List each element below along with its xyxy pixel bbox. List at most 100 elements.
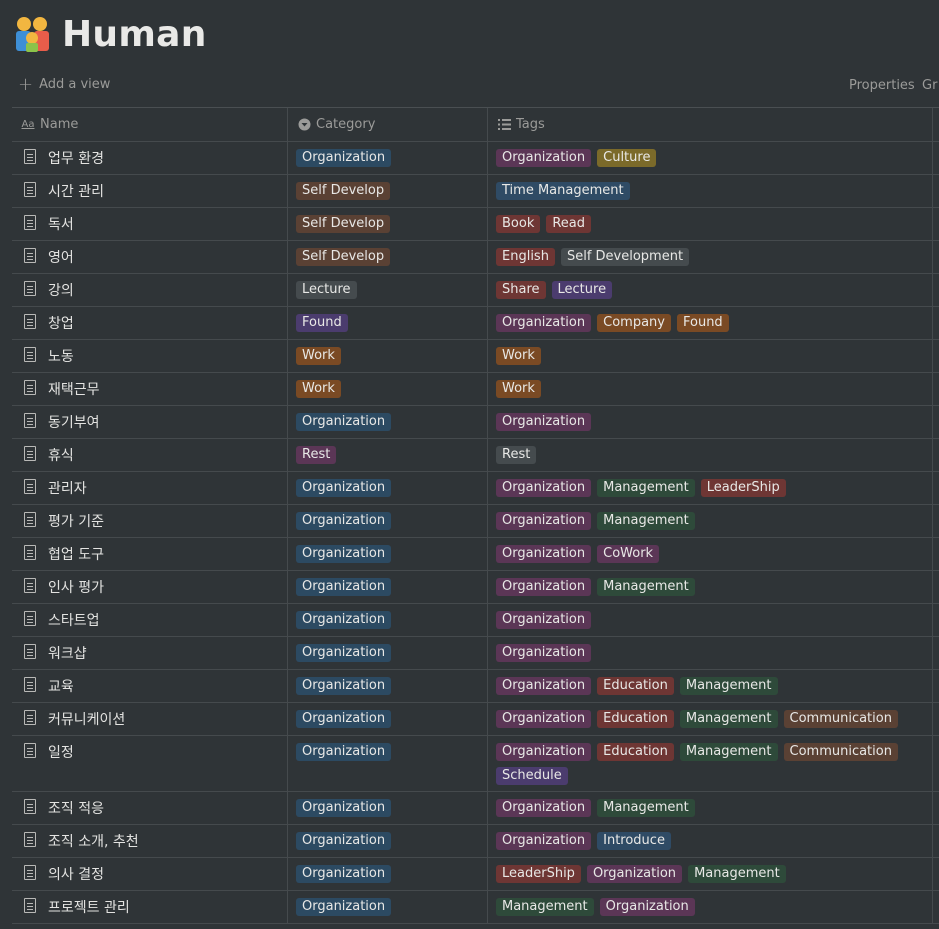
- row-title[interactable]: 일정: [48, 742, 74, 762]
- name-cell[interactable]: 일정: [12, 736, 288, 791]
- table-row[interactable]: 커뮤니케이션 Organization Organization Education M…: [12, 703, 939, 736]
- name-cell[interactable]: 의사 결정: [12, 858, 288, 890]
- tags-cell[interactable]: Rest: [488, 439, 933, 471]
- category-cell[interactable]: Organization: [288, 637, 488, 669]
- table-row[interactable]: 의사 결정 Organization LeaderShip Organization M…: [12, 858, 939, 891]
- tags-cell[interactable]: Organization: [488, 637, 933, 669]
- row-title[interactable]: 동기부여: [48, 412, 100, 432]
- category-cell[interactable]: Organization: [288, 736, 488, 791]
- table-row[interactable]: 재택근무 Work Work: [12, 373, 939, 406]
- tags-cell[interactable]: Organization Culture: [488, 142, 933, 174]
- row-title[interactable]: 휴식: [48, 445, 74, 465]
- table-row[interactable]: 업무 환경 Organization Organization Culture: [12, 142, 939, 175]
- tags-cell[interactable]: Time Management: [488, 175, 933, 207]
- name-cell[interactable]: 업무 환경: [12, 142, 288, 174]
- name-cell[interactable]: 프로젝트 관리: [12, 891, 288, 923]
- tags-cell[interactable]: Share Lecture: [488, 274, 933, 306]
- category-cell[interactable]: Organization: [288, 571, 488, 603]
- category-cell[interactable]: Organization: [288, 670, 488, 702]
- row-title[interactable]: 워크샵: [48, 643, 87, 663]
- tags-cell[interactable]: LeaderShip Organization Management: [488, 858, 933, 890]
- table-row[interactable]: 프로젝트 관리 Organization Management Organizatio…: [12, 891, 939, 924]
- tags-cell[interactable]: Work: [488, 340, 933, 372]
- table-row[interactable]: 창업 Found Organization Company Found: [12, 307, 939, 340]
- row-title[interactable]: 관리자: [48, 478, 87, 498]
- row-title[interactable]: 조직 소개, 추천: [48, 831, 139, 851]
- name-cell[interactable]: 평가 기준: [12, 505, 288, 537]
- row-title[interactable]: 독서: [48, 214, 74, 234]
- tags-cell[interactable]: Organization: [488, 604, 933, 636]
- name-cell[interactable]: 시간 관리: [12, 175, 288, 207]
- category-cell[interactable]: Self Develop: [288, 241, 488, 273]
- name-cell[interactable]: 노동: [12, 340, 288, 372]
- row-title[interactable]: 강의: [48, 280, 74, 300]
- tags-cell[interactable]: Organization Education Management Communica…: [488, 703, 933, 735]
- name-cell[interactable]: 관리자: [12, 472, 288, 504]
- category-cell[interactable]: Organization: [288, 891, 488, 923]
- name-cell[interactable]: 조직 적응: [12, 792, 288, 824]
- category-cell[interactable]: Organization: [288, 472, 488, 504]
- name-cell[interactable]: 협업 도구: [12, 538, 288, 570]
- row-title[interactable]: 프로젝트 관리: [48, 897, 130, 917]
- category-cell[interactable]: Organization: [288, 858, 488, 890]
- row-title[interactable]: 조직 적응: [48, 798, 104, 818]
- category-cell[interactable]: Organization: [288, 142, 488, 174]
- tags-cell[interactable]: Organization Education Management Communica…: [488, 736, 933, 791]
- add-view-button[interactable]: + Add a view: [18, 75, 110, 93]
- tags-cell[interactable]: Organization Management: [488, 571, 933, 603]
- tags-cell[interactable]: Organization Management: [488, 792, 933, 824]
- table-row[interactable]: 휴식 Rest Rest: [12, 439, 939, 472]
- table-row[interactable]: 조직 소개, 추천 Organization Organization Introdu…: [12, 825, 939, 858]
- category-cell[interactable]: Lecture: [288, 274, 488, 306]
- category-cell[interactable]: Organization: [288, 406, 488, 438]
- row-title[interactable]: 의사 결정: [48, 864, 104, 884]
- table-row[interactable]: 영어 Self Develop English Self Development: [12, 241, 939, 274]
- row-title[interactable]: 업무 환경: [48, 148, 104, 168]
- name-cell[interactable]: 조직 소개, 추천: [12, 825, 288, 857]
- row-title[interactable]: 재택근무: [48, 379, 100, 399]
- category-cell[interactable]: Organization: [288, 505, 488, 537]
- category-cell[interactable]: Organization: [288, 825, 488, 857]
- category-cell[interactable]: Organization: [288, 538, 488, 570]
- tags-cell[interactable]: Organization Management: [488, 505, 933, 537]
- tags-cell[interactable]: Organization Introduce: [488, 825, 933, 857]
- tags-cell[interactable]: Organization Management LeaderShip: [488, 472, 933, 504]
- column-header-category[interactable]: Category: [288, 108, 488, 141]
- properties-button[interactable]: Properties: [849, 78, 915, 93]
- category-cell[interactable]: Rest: [288, 439, 488, 471]
- category-cell[interactable]: Organization: [288, 703, 488, 735]
- table-row[interactable]: 스타트업 Organization Organization: [12, 604, 939, 637]
- table-row[interactable]: 인사 평가 Organization Organization Management: [12, 571, 939, 604]
- name-cell[interactable]: 동기부여: [12, 406, 288, 438]
- table-row[interactable]: 관리자 Organization Organization Management Lea…: [12, 472, 939, 505]
- row-title[interactable]: 협업 도구: [48, 544, 104, 564]
- tags-cell[interactable]: English Self Development: [488, 241, 933, 273]
- table-row[interactable]: 노동 Work Work: [12, 340, 939, 373]
- column-header-name[interactable]: Aa Name: [12, 108, 288, 141]
- name-cell[interactable]: 휴식: [12, 439, 288, 471]
- table-row[interactable]: 시간 관리 Self Develop Time Management: [12, 175, 939, 208]
- name-cell[interactable]: 강의: [12, 274, 288, 306]
- row-title[interactable]: 노동: [48, 346, 74, 366]
- table-row[interactable]: 협업 도구 Organization Organization CoWork: [12, 538, 939, 571]
- table-row[interactable]: 강의 Lecture Share Lecture: [12, 274, 939, 307]
- category-cell[interactable]: Work: [288, 340, 488, 372]
- name-cell[interactable]: 인사 평가: [12, 571, 288, 603]
- name-cell[interactable]: 영어: [12, 241, 288, 273]
- row-title[interactable]: 창업: [48, 313, 74, 333]
- tags-cell[interactable]: Organization CoWork: [488, 538, 933, 570]
- table-row[interactable]: 교육 Organization Organization Education Manag…: [12, 670, 939, 703]
- table-row[interactable]: 평가 기준 Organization Organization Management: [12, 505, 939, 538]
- name-cell[interactable]: 커뮤니케이션: [12, 703, 288, 735]
- name-cell[interactable]: 스타트업: [12, 604, 288, 636]
- row-title[interactable]: 영어: [48, 247, 74, 267]
- row-title[interactable]: 시간 관리: [48, 181, 104, 201]
- group-button[interactable]: Gr: [922, 78, 937, 93]
- name-cell[interactable]: 교육: [12, 670, 288, 702]
- table-row[interactable]: 독서 Self Develop Book Read: [12, 208, 939, 241]
- tags-cell[interactable]: Organization Education Management: [488, 670, 933, 702]
- tags-cell[interactable]: Management Organization: [488, 891, 933, 923]
- table-row[interactable]: 동기부여 Organization Organization: [12, 406, 939, 439]
- row-title[interactable]: 커뮤니케이션: [48, 709, 125, 729]
- category-cell[interactable]: Self Develop: [288, 208, 488, 240]
